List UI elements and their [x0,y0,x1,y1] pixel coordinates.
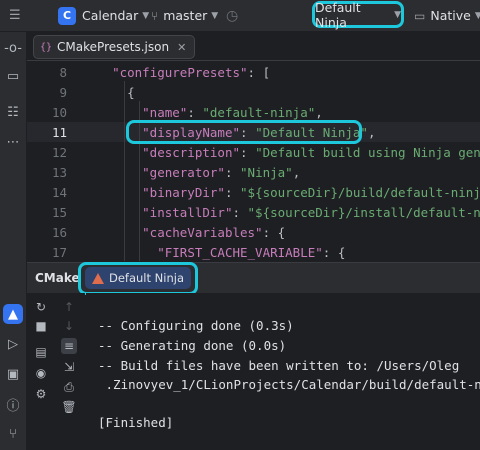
line-number: 12 [51,145,67,160]
code-line: "configurePresets": [ [112,65,271,80]
code-line: { [127,85,135,100]
console-line: [Finished] [98,415,174,430]
toolchain-icon: ▭ [414,8,426,23]
title-bar: ☰ C Calendar ▼ ⑂ master ▼ ◷ Default Ninj… [0,0,480,32]
cmake-icon[interactable]: ▲ [3,304,23,324]
reload-icon[interactable]: ↻ [33,299,49,315]
project-selector[interactable]: C Calendar ▼ [58,0,149,31]
run-config-label: Default Ninja [315,0,361,30]
soft-wrap-icon[interactable]: ≡ [61,338,77,354]
stop-icon[interactable]: ■ [33,318,49,334]
history-icon[interactable]: ◷ [226,0,238,31]
console-line: -- Configuring done (0.3s) [98,318,294,333]
chevron-down-icon: ▼ [211,10,219,21]
close-icon[interactable]: ✕ [177,41,186,54]
cmake-toolbar: ↻ ↑ ■ ↓ ≡ ▤ ⇲ ◉ ⎙ ⚙ 🗑 [27,293,85,450]
line-number: 10 [51,105,67,120]
run-config-selector[interactable]: Default Ninja ▼ [312,0,404,30]
code-line: "name": "default-ninja", [142,105,323,120]
arrow-down-icon[interactable]: ↓ [61,318,77,334]
settings-file-icon[interactable]: ▤ [33,344,49,360]
trash-icon[interactable]: 🗑 [61,399,77,415]
line-number: 17 [51,245,67,260]
hamburger-menu-icon[interactable]: ☰ [9,0,21,31]
json-file-icon: {} [40,41,53,53]
scroll-to-end-icon[interactable]: ⇲ [61,359,77,375]
tab-cmake-presets[interactable]: {} CMakePresets.json ✕ [33,35,196,59]
gear-icon[interactable]: ⚙ [33,386,49,402]
line-number: 16 [51,225,67,240]
commit-icon[interactable]: -o- [3,38,23,58]
tab-highlight [78,262,198,295]
line-number: 13 [51,165,67,180]
print-icon[interactable]: ⎙ [61,379,77,395]
line-number: 9 [59,85,67,100]
toolchain-name: Native [430,8,471,23]
problems-icon[interactable]: ⓘ [3,394,23,414]
arrow-up-icon[interactable]: ↑ [61,299,77,315]
code-line: "installDir": "${sourceDir}/install/defa… [142,205,480,220]
cmake-console-output[interactable]: -- Configuring done (0.3s) -- Generating… [86,293,480,450]
line-number: 11 [51,125,67,140]
tab-label: CMakePresets.json [57,40,170,54]
chevron-down-icon: ▼ [394,9,401,20]
branch-name: master [163,8,208,23]
cache-icon[interactable]: ◉ [33,365,49,381]
structure-icon[interactable]: ☷ [3,102,23,122]
panel-title: CMake [35,271,80,285]
display-name-highlight [126,120,362,144]
branch-selector[interactable]: ⑂ master ▼ [151,0,218,31]
cmake-panel-header: CMake Default Ninja [27,262,480,295]
code-line: "description": "Default build using Ninj… [142,145,480,160]
chevron-down-icon: ▼ [474,10,480,21]
terminal-icon[interactable]: ▣ [3,364,23,384]
project-name: Calendar [82,8,139,23]
code-line: "cacheVariables": { [142,225,286,240]
editor-tab-bar: {} CMakePresets.json ✕ [27,32,480,61]
line-number: 8 [59,65,67,80]
code-line: "binaryDir": "${sourceDir}/build/default… [142,185,480,200]
left-tool-strip: -o- ▭ ☷ ⋯ ▲ ▷ ▣ ⓘ ⑂ [0,32,27,450]
code-editor[interactable]: 8 9 10 11 12 13 14 15 16 17 "configurePr… [27,61,480,261]
code-line: "FIRST_CACHE_VARIABLE": { [157,245,346,260]
toolchain-selector[interactable]: ▭ Native ▼ [414,0,480,31]
run-icon[interactable]: ▷ [3,334,23,354]
console-line: .Zinovyev_1/CLionProjects/Calendar/build… [98,377,480,392]
project-badge: C [58,6,76,25]
git-icon[interactable]: ⑂ [3,424,23,444]
line-number: 15 [51,205,67,220]
more-icon[interactable]: ⋯ [3,132,23,152]
branch-icon: ⑂ [151,8,159,23]
console-line: -- Generating done (0.0s) [98,338,287,353]
line-number: 14 [51,185,67,200]
chevron-down-icon: ▼ [142,10,150,21]
code-line: "generator": "Ninja", [142,165,301,180]
folder-icon[interactable]: ▭ [3,66,23,86]
console-line: -- Build files have been written to: /Us… [98,358,460,373]
